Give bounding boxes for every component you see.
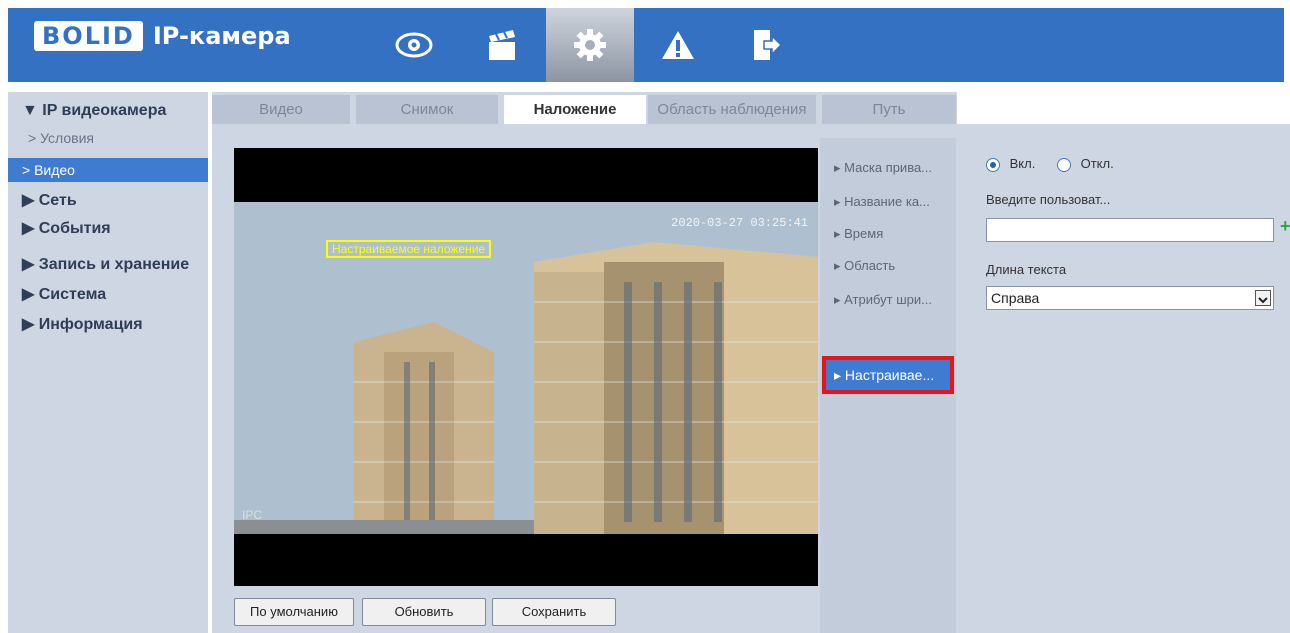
save-button[interactable]: Сохранить: [492, 598, 616, 626]
sidebar-item-storage[interactable]: ▶ Запись и хранение: [22, 254, 189, 274]
camera-image: 2020-03-27 03:25:41 Настраиваемое наложе…: [234, 202, 818, 534]
sidebar-item-information[interactable]: ▶ Информация: [22, 314, 143, 334]
default-button[interactable]: По умолчанию: [234, 598, 354, 626]
nav-playback[interactable]: [458, 8, 546, 82]
radio-on-label: Вкл.: [1009, 156, 1036, 171]
sidebar-item-conditions[interactable]: > Условия: [28, 130, 94, 146]
logo-product: IP-камера: [152, 22, 291, 50]
tabs-bar: Видео Снимок Наложение Область наблюдени…: [212, 92, 957, 124]
logout-icon: [754, 30, 782, 60]
warning-icon: [662, 31, 694, 59]
nav-alarm[interactable]: [634, 8, 722, 82]
submenu-item-channel-name[interactable]: ▸ Название ка...: [834, 194, 930, 210]
text-length-label: Длина текста: [986, 262, 1067, 277]
submenu-item-area[interactable]: ▸ Область: [834, 258, 895, 274]
overlay-settings-panel: Вкл. Откл. Введите пользоват... + Длина …: [956, 138, 1290, 633]
submenu-item-privacy-mask[interactable]: ▸ Маска прива...: [834, 160, 932, 176]
radio-on[interactable]: [986, 157, 1000, 172]
custom-text-input[interactable]: [986, 218, 1274, 242]
video-timestamp: 2020-03-27 03:25:41: [671, 216, 808, 230]
tab-path[interactable]: Путь: [822, 95, 956, 124]
radio-off-label: Откл.: [1080, 156, 1114, 171]
logo-brand: BOLID: [34, 21, 143, 51]
gear-icon: [574, 29, 606, 61]
radio-off[interactable]: [1056, 157, 1071, 172]
nav-settings[interactable]: [546, 8, 634, 82]
tab-snapshot[interactable]: Снимок: [356, 95, 498, 124]
add-line-icon[interactable]: +: [1280, 216, 1290, 237]
tab-overlay[interactable]: Наложение: [504, 95, 646, 124]
chevron-down-icon[interactable]: [1255, 290, 1271, 306]
nav-logout[interactable]: [722, 8, 810, 82]
channel-label: IPC: [242, 508, 263, 522]
overlay-submenu: ▸ Маска прива... ▸ Название ка... ▸ Врем…: [820, 138, 956, 633]
nav-live-view[interactable]: [370, 8, 458, 82]
tab-observation-area[interactable]: Область наблюдения: [648, 95, 816, 124]
sidebar-item-ip-camera[interactable]: ▼ IP видеокамера: [22, 102, 166, 120]
submenu-item-time[interactable]: ▸ Время: [834, 226, 883, 242]
tabs-bar-filler: [957, 92, 1290, 124]
sidebar-item-network[interactable]: ▶ Сеть: [22, 190, 77, 210]
logo: BOLID IP-камера: [34, 21, 291, 51]
sidebar-item-events[interactable]: ▶ События: [22, 218, 111, 238]
sidebar-item-video[interactable]: > Видео: [8, 158, 208, 182]
highlight-frame: [822, 356, 954, 394]
main-content: Видео Снимок Наложение Область наблюдени…: [212, 92, 1290, 633]
submenu-item-font-attribute[interactable]: ▸ Атрибут шри...: [834, 292, 932, 308]
sidebar: ▼ IP видеокамера > Условия > Видео ▶ Сет…: [8, 92, 208, 633]
alignment-select[interactable]: Справа: [986, 286, 1274, 310]
refresh-button[interactable]: Обновить: [362, 598, 486, 626]
video-preview: 2020-03-27 03:25:41 Настраиваемое наложе…: [234, 148, 818, 586]
sidebar-item-system[interactable]: ▶ Система: [22, 284, 106, 304]
enable-radio-group: Вкл. Откл.: [986, 156, 1114, 172]
tab-video[interactable]: Видео: [212, 95, 350, 124]
alignment-select-value: Справа: [991, 290, 1040, 306]
clapperboard-icon: [489, 30, 515, 60]
custom-text-label: Введите пользоват...: [986, 192, 1111, 207]
header: BOLID IP-камера: [0, 0, 1290, 82]
eye-icon: [395, 32, 433, 58]
custom-overlay-box[interactable]: Настраиваемое наложение: [326, 240, 492, 258]
buildings-image: [234, 202, 818, 534]
